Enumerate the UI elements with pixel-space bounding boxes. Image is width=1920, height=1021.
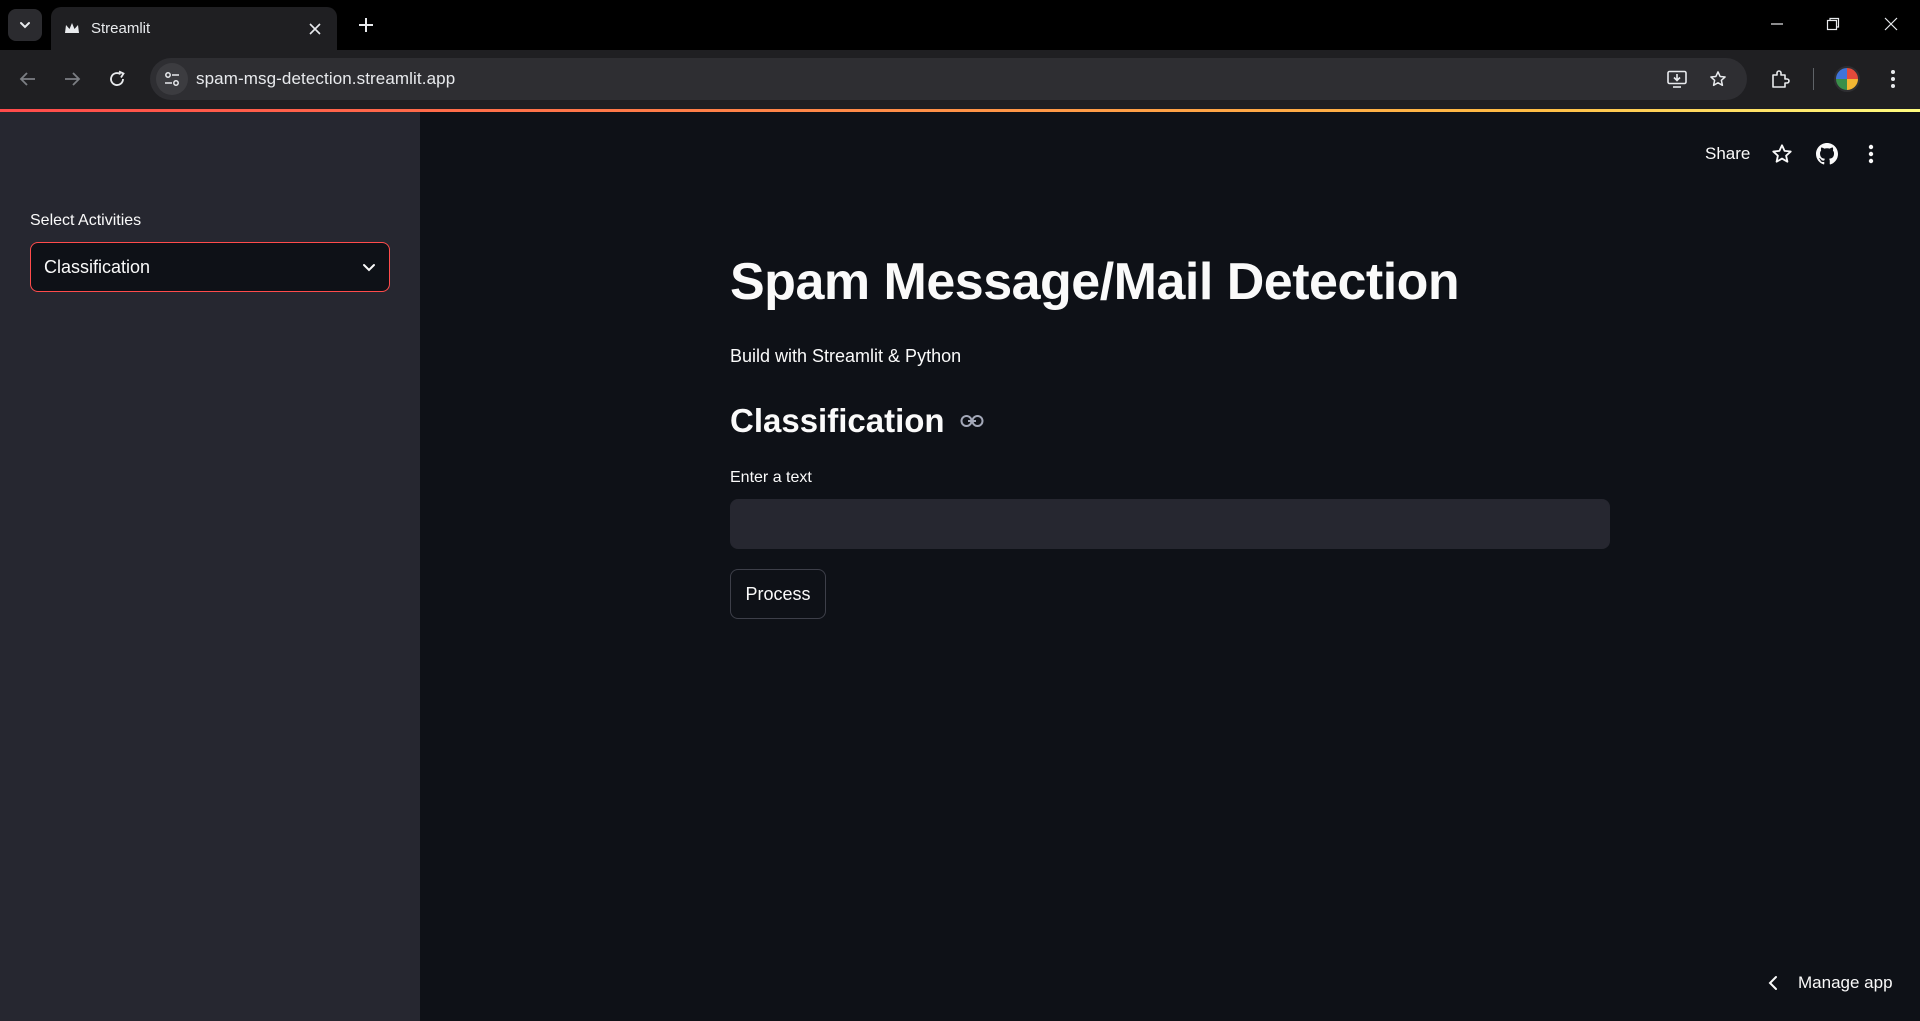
select-value: Classification <box>44 256 151 277</box>
reload-icon <box>110 70 125 86</box>
kebab-menu-icon <box>1891 70 1895 88</box>
section-heading: Classification <box>730 402 985 440</box>
reload-button[interactable] <box>100 62 134 96</box>
page-title: Spam Message/Mail Detection <box>730 253 1460 311</box>
minimize-icon <box>1771 23 1783 25</box>
star-icon <box>1772 144 1792 163</box>
chevron-down-icon <box>20 22 30 29</box>
profile-button[interactable] <box>1830 62 1864 96</box>
sidebar: Select Activities Classification <box>0 112 420 1021</box>
tab-title: Streamlit <box>91 20 151 37</box>
process-button[interactable]: Process <box>730 569 826 619</box>
section-heading-text: Classification <box>730 402 945 439</box>
browser-menu-button[interactable] <box>1876 62 1910 96</box>
tab-search-button[interactable] <box>8 9 42 41</box>
browser-tab-bar: Streamlit <box>0 0 1920 50</box>
browser-tab-active[interactable]: Streamlit <box>51 7 337 50</box>
activities-select[interactable]: Classification <box>30 242 390 292</box>
kebab-menu-icon <box>1868 144 1874 164</box>
forward-button[interactable] <box>55 62 89 96</box>
favorite-button[interactable] <box>1767 139 1797 169</box>
page-subtitle: Build with Streamlit & Python <box>730 346 962 366</box>
app-menu-button[interactable] <box>1856 139 1886 169</box>
tab-close-icon[interactable] <box>303 17 327 41</box>
bookmark-button[interactable] <box>1703 64 1733 94</box>
install-app-button[interactable] <box>1662 64 1692 94</box>
browser-toolbar: spam-msg-detection.streamlit.app <box>0 50 1920 109</box>
github-button[interactable] <box>1812 139 1842 169</box>
install-app-icon <box>1667 70 1687 88</box>
extensions-button[interactable] <box>1763 62 1797 96</box>
puzzle-icon <box>1772 70 1790 88</box>
restore-button[interactable] <box>1810 8 1856 40</box>
main-content: Share Spam Message/Mail Detection Build … <box>420 112 1920 1021</box>
plus-icon <box>359 18 373 32</box>
link-icon[interactable] <box>959 408 985 434</box>
streamlit-crown-icon <box>64 21 80 37</box>
close-window-button[interactable] <box>1868 8 1914 40</box>
restore-icon <box>1826 17 1840 31</box>
share-button[interactable]: Share <box>1705 144 1750 164</box>
arrow-right-icon <box>65 72 81 86</box>
github-icon <box>1816 143 1838 165</box>
close-icon <box>1884 17 1898 31</box>
arrow-left-icon <box>19 72 35 86</box>
select-activities-label: Select Activities <box>30 212 142 229</box>
toolbar-divider <box>1813 68 1814 90</box>
avatar <box>1834 66 1860 92</box>
star-icon <box>1710 71 1726 87</box>
tune-icon <box>165 72 179 86</box>
text-input-label: Enter a text <box>730 469 812 486</box>
url-text[interactable]: spam-msg-detection.streamlit.app <box>196 69 455 89</box>
manage-app-label: Manage app <box>1798 973 1893 992</box>
text-input[interactable] <box>730 499 1610 549</box>
chevron-left-icon <box>1760 970 1786 996</box>
manage-app-button[interactable]: Manage app <box>1760 970 1893 996</box>
site-info-button[interactable] <box>156 63 188 95</box>
address-bar[interactable]: spam-msg-detection.streamlit.app <box>150 58 1747 100</box>
minimize-button[interactable] <box>1754 8 1800 40</box>
new-tab-button[interactable] <box>351 10 381 40</box>
chevron-down-icon <box>349 247 389 287</box>
back-button[interactable] <box>11 62 45 96</box>
